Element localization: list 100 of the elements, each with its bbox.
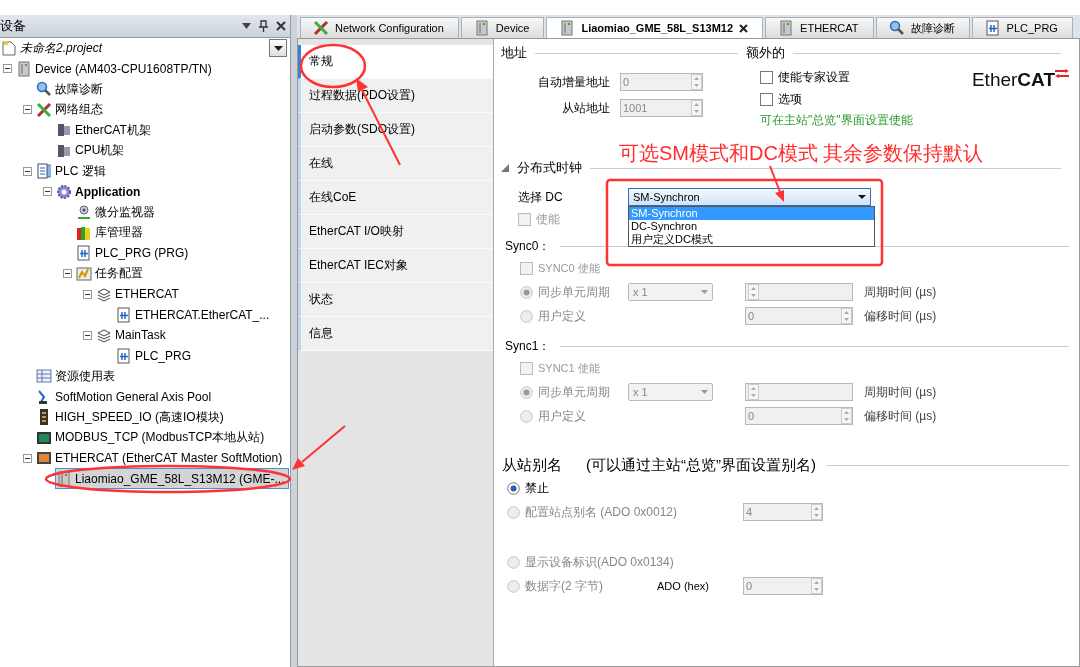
section-title: 额外的 bbox=[746, 44, 785, 62]
nav-item[interactable]: 信息 bbox=[298, 317, 493, 351]
program-icon bbox=[116, 306, 132, 323]
collapse-icon[interactable] bbox=[3, 64, 12, 74]
tree-item[interactable]: PLC 逻辑 bbox=[35, 160, 111, 182]
section-title: 地址 bbox=[501, 44, 527, 62]
tree-item[interactable]: Device (AM403-CPU1608TP/TN) bbox=[15, 58, 217, 80]
logo-arrows-icon bbox=[1055, 69, 1069, 79]
dropdown-icon[interactable] bbox=[242, 23, 251, 29]
group-title: Sync0： bbox=[505, 237, 551, 255]
tree-item[interactable]: CPU机架 bbox=[55, 140, 130, 162]
checkbox-label: 使能 bbox=[536, 210, 560, 228]
nav-item[interactable]: 状态 bbox=[298, 283, 493, 317]
tree-item[interactable]: 资源使用表 bbox=[35, 365, 120, 387]
caret-icon bbox=[858, 195, 866, 199]
caret-icon bbox=[701, 390, 708, 394]
field-label: ADO (hex) bbox=[657, 580, 710, 592]
annotation-ellipse bbox=[299, 43, 367, 89]
collapse-icon[interactable] bbox=[43, 187, 52, 197]
tree-item[interactable]: MODBUS_TCP (ModbusTCP本地从站) bbox=[35, 427, 270, 449]
tree-item[interactable]: 网络组态 bbox=[35, 99, 108, 121]
radio-label: 用户定义 bbox=[538, 307, 586, 325]
collapse-icon[interactable] bbox=[23, 453, 32, 463]
rack-icon bbox=[56, 142, 72, 159]
magnifier-icon bbox=[888, 20, 905, 36]
nav-item[interactable]: 在线CoE bbox=[298, 181, 493, 215]
annotation-arrow bbox=[769, 165, 784, 202]
radio-button[interactable] bbox=[507, 481, 520, 495]
tab[interactable]: 故障诊断 bbox=[875, 17, 970, 38]
tree-item[interactable]: MainTask bbox=[95, 324, 171, 346]
collapse-triangle-icon[interactable] bbox=[501, 164, 509, 172]
tab[interactable]: Network Configuration bbox=[300, 17, 459, 38]
tools-icon bbox=[36, 101, 52, 118]
tree-item[interactable]: 故障诊断 bbox=[35, 78, 108, 100]
tree-item[interactable]: ETHERCAT (EtherCAT Master SoftMotion) bbox=[35, 447, 288, 469]
stack-icon bbox=[96, 327, 112, 344]
dropdown-option[interactable]: 用户定义DC模式 bbox=[629, 233, 874, 246]
gear-icon bbox=[56, 183, 72, 200]
device-icon bbox=[56, 470, 72, 487]
tree-item[interactable]: HIGH_SPEED_IO (高速IO模块) bbox=[35, 406, 229, 428]
dropdown-option[interactable]: DC-Synchron bbox=[629, 220, 874, 233]
unit-label: 偏移时间 (µs) bbox=[864, 407, 937, 425]
document-icon bbox=[36, 163, 52, 180]
monitor-icon bbox=[36, 450, 52, 467]
tree-item[interactable]: EtherCAT机架 bbox=[55, 119, 156, 141]
tree-item[interactable]: ETHERCAT.EtherCAT_... bbox=[115, 304, 275, 326]
unit-label: 偏移时间 (µs) bbox=[864, 307, 937, 325]
collapse-icon[interactable] bbox=[23, 105, 32, 115]
tab[interactable]: PLC_PRG bbox=[971, 17, 1073, 38]
collapse-icon[interactable] bbox=[63, 269, 72, 279]
tab[interactable]: Liaomiao_GME_58L_S13M12 bbox=[546, 17, 764, 38]
annotation-text: 可选SM模式和DC模式 其余参数保持默认 bbox=[619, 141, 984, 166]
dropdown[interactable]: SM-Synchron bbox=[628, 188, 871, 206]
tab[interactable]: Device bbox=[460, 17, 545, 38]
logo-text: EtherCAT bbox=[971, 69, 1055, 91]
magnifier-icon bbox=[36, 81, 52, 98]
checkbox[interactable] bbox=[760, 92, 773, 106]
program-icon bbox=[116, 347, 132, 364]
device-icon bbox=[473, 20, 490, 36]
radio-label: 数据字(2 字节) bbox=[525, 577, 603, 595]
collapse-icon[interactable] bbox=[23, 166, 32, 176]
nav-item[interactable]: 常规 bbox=[298, 45, 493, 79]
tree-item[interactable]: ETHERCAT bbox=[95, 283, 184, 305]
hint-text: 可在主站"总览"界面设置使能 bbox=[760, 112, 913, 129]
tree-item[interactable]: SoftMotion General Axis Pool bbox=[35, 386, 217, 408]
dropdown-button[interactable] bbox=[269, 39, 287, 57]
books-icon bbox=[76, 224, 92, 241]
tree-item[interactable]: 微分监视器 bbox=[75, 201, 160, 223]
pin-icon[interactable] bbox=[259, 20, 268, 32]
tab[interactable]: ETHERCAT bbox=[765, 17, 874, 38]
tree-item[interactable]: Application bbox=[55, 181, 146, 203]
nav-item[interactable]: 在线 bbox=[298, 147, 493, 181]
tree-item[interactable]: PLC_PRG bbox=[115, 345, 197, 367]
tree-item[interactable]: 任务配置 bbox=[75, 263, 148, 285]
project-item[interactable]: 未命名2.project bbox=[0, 37, 108, 59]
checkbox[interactable] bbox=[760, 70, 773, 84]
webcam-icon bbox=[76, 204, 92, 221]
device-icon bbox=[16, 60, 32, 77]
annotation-arrow bbox=[292, 425, 346, 470]
nav-item[interactable]: EtherCAT IEC对象 bbox=[298, 249, 493, 283]
table-icon bbox=[36, 368, 52, 385]
task-config-icon bbox=[76, 265, 92, 282]
collapse-icon[interactable] bbox=[83, 330, 92, 340]
unit-label: 周期时间 (µs) bbox=[864, 383, 937, 401]
field-label: 自动增量地址 bbox=[537, 73, 610, 91]
close-icon[interactable] bbox=[739, 23, 749, 33]
panel-title: 设备 bbox=[0, 17, 27, 35]
rack-icon bbox=[56, 122, 72, 139]
section-title: 从站别名 bbox=[502, 455, 562, 475]
program-icon bbox=[984, 20, 1001, 36]
checkbox-label: SYNC1 使能 bbox=[538, 360, 600, 376]
collapse-icon[interactable] bbox=[83, 289, 92, 299]
close-icon[interactable] bbox=[276, 21, 286, 31]
device-icon bbox=[778, 20, 795, 36]
radio-label: 禁止 bbox=[525, 479, 549, 497]
nav-item[interactable]: EtherCAT I/O映射 bbox=[298, 215, 493, 249]
device-icon bbox=[559, 20, 576, 36]
radio-label: 用户定义 bbox=[538, 407, 586, 425]
tree-item[interactable]: 库管理器 bbox=[75, 222, 148, 244]
tree-item[interactable]: PLC_PRG (PRG) bbox=[75, 242, 194, 264]
